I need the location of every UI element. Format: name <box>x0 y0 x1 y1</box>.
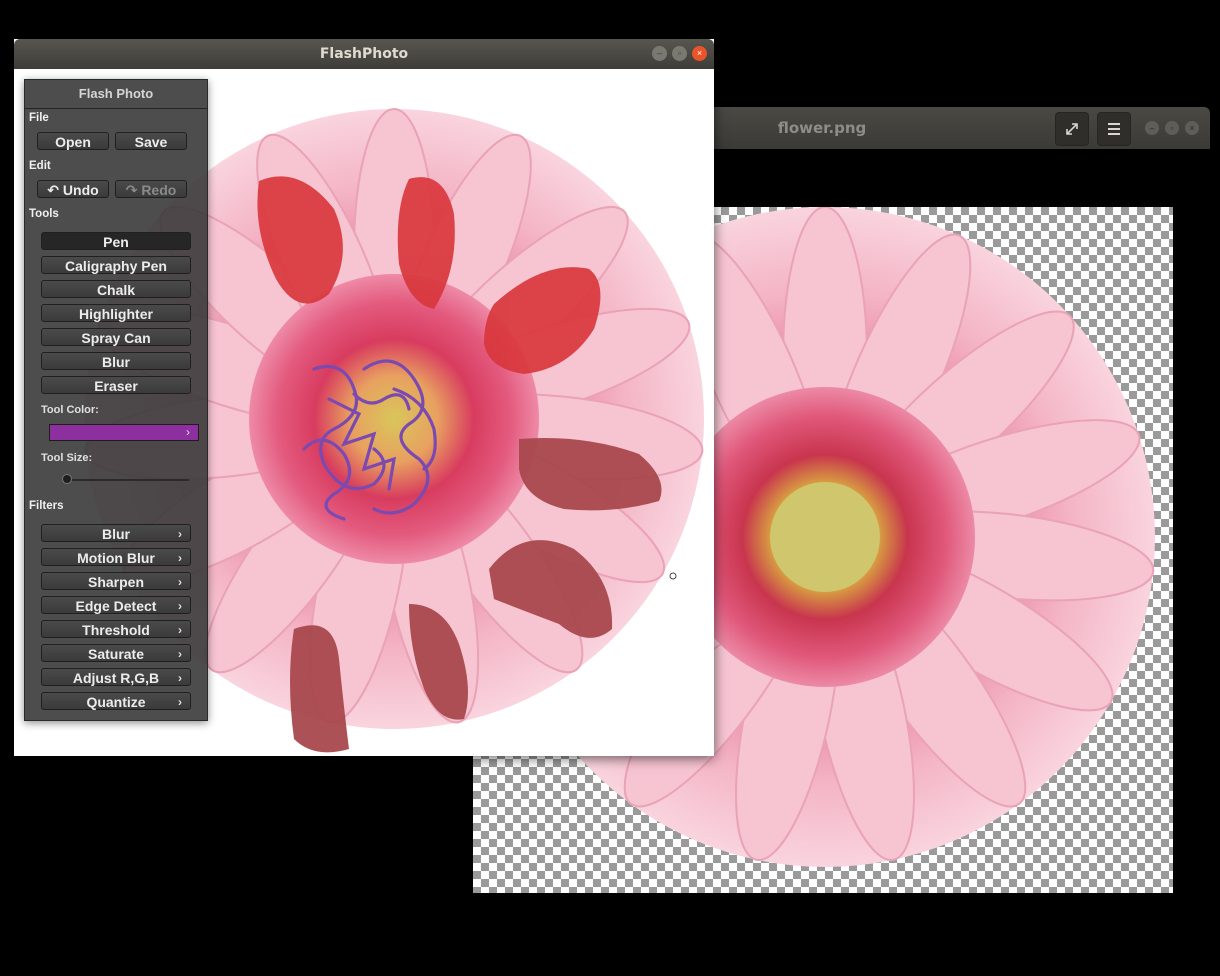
undo-icon: ↶ <box>47 182 63 198</box>
chevron-right-icon: › <box>178 551 182 565</box>
undo-label: Undo <box>62 182 99 198</box>
chevron-right-icon: › <box>186 425 190 439</box>
tool-spray-can-button[interactable]: Spray Can <box>41 328 191 346</box>
open-button[interactable]: Open <box>37 132 109 150</box>
tool-eraser-button[interactable]: Eraser <box>41 376 191 394</box>
save-button[interactable]: Save <box>115 132 187 150</box>
filter-adjust-rgb-label: Adjust R,G,B <box>72 670 160 686</box>
menu-button[interactable] <box>1097 112 1131 146</box>
tool-size-slider-handle[interactable] <box>62 474 73 484</box>
chevron-right-icon: › <box>178 623 182 637</box>
flash-photo-panel: Flash Photo File Open Save Edit ↶ Undo ↷… <box>24 79 208 721</box>
viewer-maximize-button[interactable]: ▫ <box>1165 121 1179 135</box>
filter-quantize-button[interactable]: Quantize › <box>41 692 191 710</box>
filters-section-label: Filters <box>29 500 64 512</box>
chevron-right-icon: › <box>178 599 182 613</box>
tool-chalk-button[interactable]: Chalk <box>41 280 191 298</box>
close-icon: × <box>696 48 703 58</box>
tool-color-picker[interactable]: › <box>49 424 199 441</box>
tool-blur-button[interactable]: Blur <box>41 352 191 370</box>
tool-color-label: Tool Color: <box>41 404 99 416</box>
filter-motion-blur-button[interactable]: Motion Blur › <box>41 548 191 566</box>
redo-icon: ↷ <box>125 182 142 198</box>
fullscreen-icon <box>1066 123 1078 135</box>
tool-size-slider-track[interactable] <box>65 479 189 481</box>
maximize-button[interactable]: ▫ <box>672 46 687 61</box>
redo-label: Redo <box>141 182 177 198</box>
viewer-close-button[interactable]: × <box>1185 121 1199 135</box>
undo-button[interactable]: ↶ Undo <box>37 180 109 198</box>
close-button[interactable]: × <box>692 46 707 61</box>
chevron-right-icon: › <box>178 647 182 661</box>
filter-threshold-label: Threshold <box>82 622 150 638</box>
filter-adjust-rgb-button[interactable]: Adjust R,G,B › <box>41 668 191 686</box>
close-icon: × <box>1189 123 1195 133</box>
edit-section-label: Edit <box>29 160 51 172</box>
tool-caligraphy-pen-button[interactable]: Caligraphy Pen <box>41 256 191 274</box>
filter-saturate-button[interactable]: Saturate › <box>41 644 191 662</box>
filter-threshold-button[interactable]: Threshold › <box>41 620 191 638</box>
chevron-right-icon: › <box>178 671 182 685</box>
fullscreen-button[interactable] <box>1055 112 1089 146</box>
filter-quantize-label: Quantize <box>86 694 146 710</box>
chevron-right-icon: › <box>178 527 182 541</box>
minimize-button[interactable]: – <box>652 46 667 61</box>
filter-sharpen-label: Sharpen <box>87 574 144 590</box>
viewer-minimize-button[interactable]: – <box>1145 121 1159 135</box>
maximize-icon: ▫ <box>1170 123 1174 133</box>
panel-title: Flash Photo <box>25 80 207 109</box>
tool-size-label: Tool Size: <box>41 452 93 464</box>
filter-saturate-label: Saturate <box>87 646 145 662</box>
hamburger-menu-icon <box>1108 123 1120 135</box>
filter-edge-detect-button[interactable]: Edge Detect › <box>41 596 191 614</box>
tool-pen-button[interactable]: Pen <box>41 232 191 250</box>
chevron-right-icon: › <box>178 575 182 589</box>
maximize-icon: ▫ <box>677 48 682 58</box>
flashphoto-titlebar[interactable]: FlashPhoto – ▫ × <box>14 39 714 69</box>
filter-blur-label: Blur <box>102 526 130 542</box>
flashphoto-window-title: FlashPhoto <box>319 46 409 62</box>
filter-blur-button[interactable]: Blur › <box>41 524 191 542</box>
filter-sharpen-button[interactable]: Sharpen › <box>41 572 191 590</box>
minimize-icon: – <box>656 48 662 58</box>
tool-highlighter-button[interactable]: Highlighter <box>41 304 191 322</box>
chevron-right-icon: › <box>178 695 182 709</box>
filter-edge-detect-label: Edge Detect <box>75 598 157 614</box>
redo-button[interactable]: ↷ Redo <box>115 180 187 198</box>
filter-motion-blur-label: Motion Blur <box>77 550 155 566</box>
tools-section-label: Tools <box>29 208 59 220</box>
file-section-label: File <box>29 112 49 124</box>
minimize-icon: – <box>1149 123 1155 133</box>
brush-cursor <box>669 572 677 580</box>
